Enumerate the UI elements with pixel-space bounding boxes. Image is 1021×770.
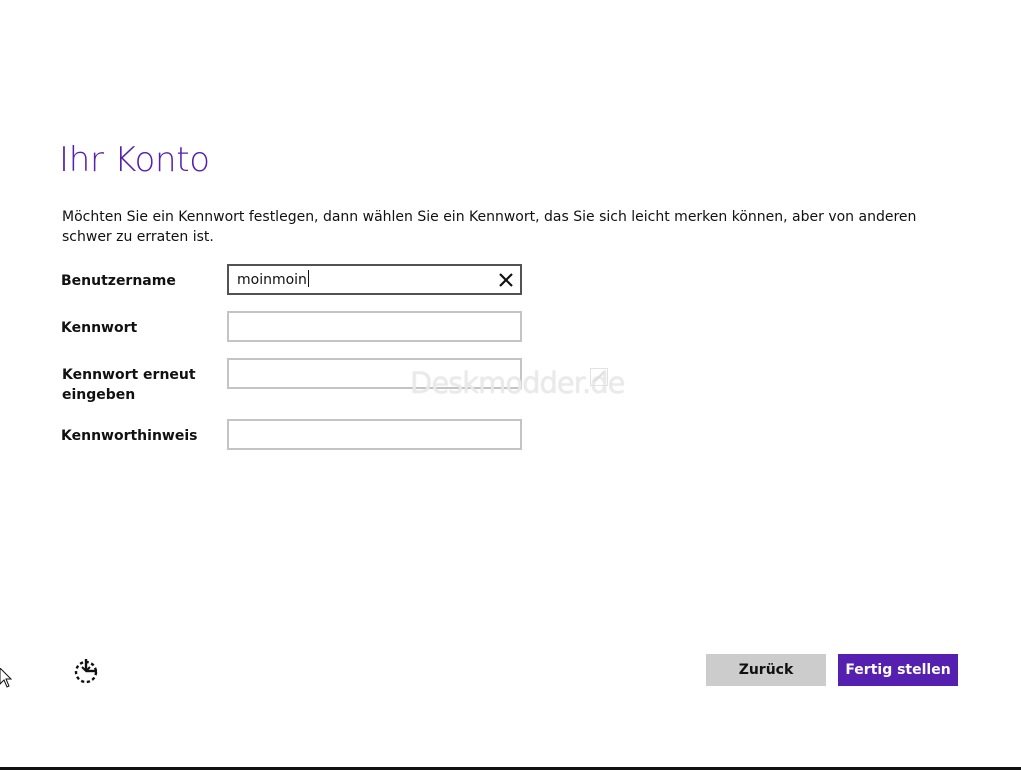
close-icon (499, 273, 513, 287)
text-caret (307, 270, 309, 287)
username-label: Benutzername (61, 273, 176, 289)
back-button[interactable]: Zurück (706, 654, 826, 686)
hint-field[interactable] (227, 419, 522, 450)
pencil-icon (593, 371, 605, 383)
username-text: moinmoin (237, 272, 307, 288)
password-label: Kennwort (61, 320, 138, 336)
password-confirm-field[interactable] (227, 358, 522, 389)
ease-of-access-icon (74, 659, 98, 684)
page-description: Möchten Sie ein Kennwort festlegen, dann… (62, 209, 917, 245)
username-field[interactable]: moinmoin (227, 264, 522, 295)
mouse-cursor-icon (0, 667, 14, 690)
page-title: Ihr Konto (59, 140, 210, 180)
username-value: moinmoin (237, 270, 309, 290)
clear-button[interactable] (496, 270, 516, 290)
finish-button[interactable]: Fertig stellen (838, 654, 958, 686)
password-field[interactable] (227, 311, 522, 342)
hint-label: Kennworthinweis (61, 428, 198, 444)
password-confirm-label: Kennwort erneut eingeben (62, 367, 196, 403)
ease-of-access-button[interactable] (73, 658, 99, 684)
watermark-badge (590, 368, 608, 386)
